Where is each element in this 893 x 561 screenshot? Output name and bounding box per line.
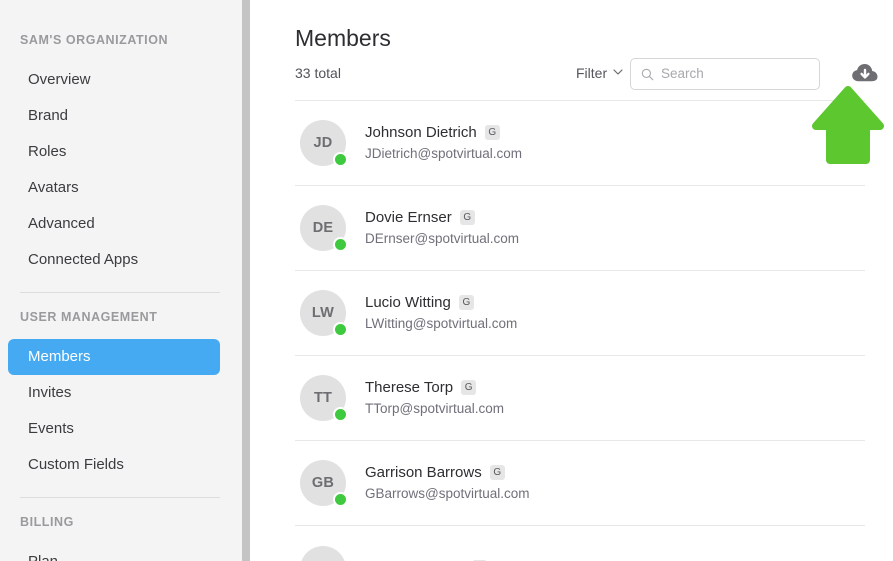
avatar: TT (300, 375, 348, 422)
sidebar-item-avatars[interactable]: Avatars (8, 170, 220, 206)
chevron-down-icon (613, 67, 623, 77)
member-email: GBarrows@spotvirtual.com (365, 486, 530, 501)
member-info: Therese Torp G TTorp@spotvirtual.com (365, 378, 504, 418)
sidebar-item-advanced[interactable]: Advanced (8, 206, 220, 242)
sidebar-item-roles[interactable]: Roles (8, 134, 220, 170)
sidebar-item-plan[interactable]: Plan (8, 544, 220, 561)
sidebar-section-label-user-management: USER MANAGEMENT (20, 310, 158, 324)
member-info: Johnson Dietrich G JDietrich@spotvirtual… (365, 123, 522, 163)
sidebar-scrollbar-track[interactable] (242, 0, 250, 561)
sidebar-divider-2 (20, 497, 220, 498)
sidebar-item-connected-apps[interactable]: Connected Apps (8, 242, 220, 278)
filter-dropdown[interactable]: Filter (576, 63, 623, 83)
table-row[interactable]: GB Garrison Barrows G GBarrows@spotvirtu… (295, 441, 865, 526)
status-badge (333, 407, 348, 422)
member-name: Therese Torp (365, 379, 454, 396)
member-email: JDietrich@spotvirtual.com (365, 146, 522, 161)
sidebar-section-label-organization: SAM'S ORGANIZATION (20, 33, 169, 47)
member-name: Garrison Barrows (365, 464, 482, 481)
member-name: Dovie Ernser (365, 209, 452, 226)
role-badge: G (459, 210, 475, 225)
avatar: KF (300, 545, 346, 561)
status-badge (333, 237, 348, 252)
member-name: Kacie Franecki (365, 558, 464, 561)
member-name-line: Garrison Barrows G (365, 463, 530, 482)
member-info: Garrison Barrows G GBarrows@spotvirtual.… (365, 463, 530, 503)
avatar: DE (300, 205, 348, 252)
sidebar-scrollbar-thumb[interactable] (242, 0, 250, 561)
role-badge: G (458, 295, 474, 310)
avatar: LW (300, 290, 348, 337)
member-total-count: 33 total (295, 65, 341, 81)
sidebar-item-members[interactable]: Members (8, 339, 220, 375)
table-row[interactable]: LW Lucio Witting G LWitting@spotvirtual.… (295, 271, 865, 356)
sidebar: SAM'S ORGANIZATION Overview Brand Roles … (0, 0, 250, 561)
status-badge (333, 322, 348, 337)
main-content: Members 33 total Filter Search JD Johnso… (250, 0, 893, 561)
member-list: JD Johnson Dietrich G JDietrich@spotvirt… (295, 101, 865, 561)
sidebar-item-overview[interactable]: Overview (8, 62, 220, 98)
search-input[interactable] (661, 65, 809, 83)
role-badge: G (489, 465, 505, 480)
member-name-line: Kacie Franecki G (365, 558, 488, 561)
table-row[interactable]: JD Johnson Dietrich G JDietrich@spotvirt… (295, 101, 865, 186)
avatar: GB (300, 460, 348, 507)
sidebar-item-custom-fields[interactable]: Custom Fields (8, 447, 220, 483)
member-name-line: Dovie Ernser G (365, 208, 519, 227)
member-name: Lucio Witting (365, 294, 451, 311)
cloud-download-icon[interactable] (851, 61, 879, 87)
sidebar-item-invites[interactable]: Invites (8, 375, 220, 411)
filter-label: Filter (576, 65, 608, 81)
sidebar-section-label-billing: BILLING (20, 515, 74, 529)
member-name-line: Therese Torp G (365, 378, 504, 397)
sidebar-item-brand[interactable]: Brand (8, 98, 220, 134)
search-box[interactable] (630, 58, 820, 90)
table-row[interactable]: DE Dovie Ernser G DErnser@spotvirtual.co… (295, 186, 865, 271)
member-name-line: Johnson Dietrich G (365, 123, 522, 142)
member-email: LWitting@spotvirtual.com (365, 316, 518, 331)
table-row[interactable]: KF Kacie Franecki G (295, 526, 865, 561)
member-info: Lucio Witting G LWitting@spotvirtual.com (365, 293, 517, 333)
search-icon (641, 68, 654, 81)
member-name: Johnson Dietrich (365, 124, 477, 141)
table-row[interactable]: TT Therese Torp G TTorp@spotvirtual.com (295, 356, 865, 441)
member-name-line: Lucio Witting G (365, 293, 517, 312)
sidebar-item-events[interactable]: Events (8, 411, 220, 447)
avatar-initials: KF (300, 545, 346, 561)
status-badge (333, 152, 348, 167)
role-badge: G (461, 380, 477, 395)
member-info: Dovie Ernser G DErnser@spotvirtual.com (365, 208, 519, 248)
page-title: Members (295, 25, 391, 51)
member-email: DErnser@spotvirtual.com (365, 231, 519, 246)
member-info: Kacie Franecki G (365, 558, 488, 561)
members-toolbar: 33 total Filter (295, 58, 878, 92)
role-badge: G (484, 125, 500, 140)
sidebar-divider-1 (20, 292, 220, 293)
sidebar-nav: SAM'S ORGANIZATION Overview Brand Roles … (0, 0, 242, 561)
app-window: SAM'S ORGANIZATION Overview Brand Roles … (0, 0, 893, 561)
avatar: JD (300, 120, 348, 167)
member-email: TTorp@spotvirtual.com (365, 401, 504, 416)
status-badge (333, 492, 348, 507)
